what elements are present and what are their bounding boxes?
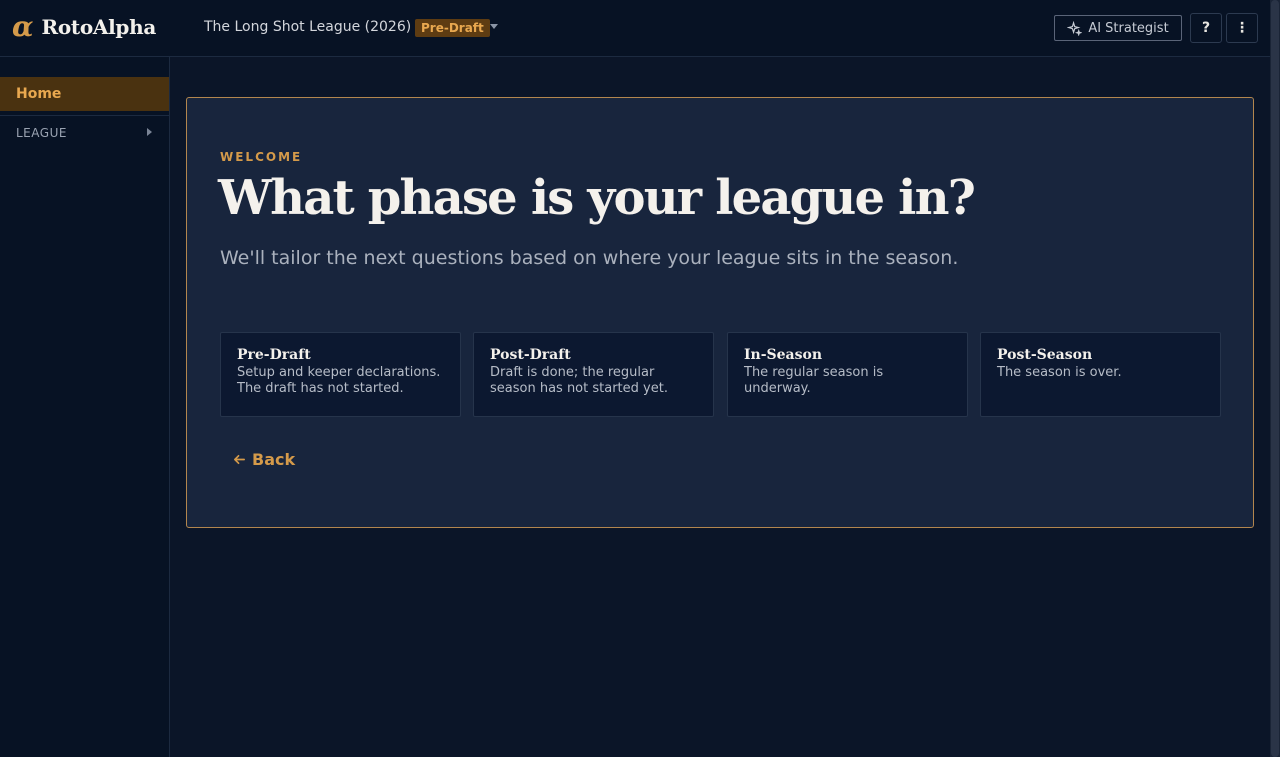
sparkle-icon [1067, 20, 1083, 36]
phase-option-title: Post-Season [997, 347, 1093, 363]
phase-option-post-draft[interactable]: Post-Draft Draft is done; the regular se… [473, 332, 714, 417]
phase-option-description: Setup and keeper declarations. The draft… [237, 365, 441, 396]
alpha-logo-icon: α [12, 10, 34, 43]
ai-strategist-button[interactable]: AI Strategist [1054, 15, 1182, 41]
app-logo[interactable]: α RotoAlpha [12, 13, 156, 41]
sidebar: Home LEAGUE [0, 57, 170, 757]
phase-option-title: Pre-Draft [237, 347, 311, 363]
arrow-left-icon [234, 454, 245, 465]
phase-option-pre-draft[interactable]: Pre-Draft Setup and keeper declarations.… [220, 332, 461, 417]
scrollbar-thumb[interactable] [1271, 0, 1279, 757]
league-selector[interactable]: The Long Shot League (2026) [204, 19, 411, 35]
phase-option-title: Post-Draft [490, 347, 571, 363]
top-bar: α RotoAlpha The Long Shot League (2026) … [0, 0, 1280, 57]
page-title: What phase is your league in? [218, 170, 976, 226]
chevron-right-icon[interactable] [147, 128, 152, 136]
chevron-down-icon[interactable] [490, 24, 498, 29]
sidebar-item-home[interactable]: Home [0, 77, 169, 111]
page-subtitle: We'll tailor the next questions based on… [220, 247, 959, 269]
phase-option-description: The season is over. [997, 365, 1122, 380]
welcome-card: WELCOME What phase is your league in? We… [186, 97, 1254, 528]
sidebar-divider [0, 115, 169, 116]
phase-badge: Pre-Draft [415, 19, 490, 37]
phase-option-post-season[interactable]: Post-Season The season is over. [980, 332, 1221, 417]
eyebrow-label: WELCOME [220, 150, 303, 164]
phase-option-description: Draft is done; the regular season has no… [490, 365, 668, 396]
phase-option-in-season[interactable]: In-Season The regular season is underway… [727, 332, 968, 417]
app-name: RotoAlpha [41, 15, 157, 39]
back-button[interactable]: Back [233, 450, 295, 469]
ai-strategist-label: AI Strategist [1088, 20, 1169, 36]
sidebar-section-league[interactable]: LEAGUE [16, 126, 67, 140]
phase-option-description: The regular season is underway. [744, 365, 884, 396]
phase-option-title: In-Season [744, 347, 823, 363]
more-options-button[interactable]: ⋮ [1226, 13, 1258, 43]
help-button[interactable]: ? [1190, 13, 1222, 43]
back-label: Back [252, 450, 296, 469]
